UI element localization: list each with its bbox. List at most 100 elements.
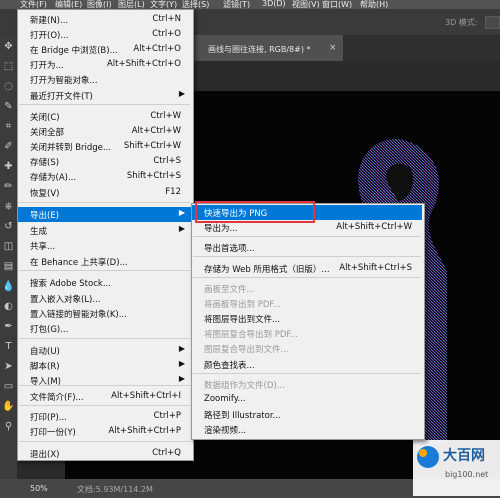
export-menu-item-9[interactable]: 颜色查找表...: [192, 357, 422, 372]
menu-separator: [19, 405, 190, 406]
zoom-level[interactable]: 50%: [30, 484, 48, 493]
menu-item-label: 关闭(C): [30, 113, 60, 123]
export-menu-item-6[interactable]: 将图层导出到文件...: [192, 311, 422, 326]
annotation-highlight-box: [195, 201, 315, 223]
menu-item-label: 图层复合导出到文件...: [204, 345, 289, 355]
menubar-item-7[interactable]: 3D(D): [262, 0, 286, 8]
menu-item-shortcut: Ctrl+S: [153, 156, 181, 166]
menu-item-label: 关闭并转到 Bridge...: [30, 143, 112, 153]
menu-item-label: 数据组作为文件(D)...: [204, 381, 285, 391]
file-menu-item-12[interactable]: 导出(E) ▶: [18, 207, 191, 222]
menu-item-label: 置入链接的智能对象(K)...: [30, 310, 127, 320]
export-menu-item-5: 将画板导出到 PDF...: [192, 296, 422, 311]
file-menu-item-11[interactable]: 恢复(V) F12: [18, 185, 191, 200]
file-menu-item-18[interactable]: 置入链接的智能对象(K)...: [18, 306, 191, 321]
menu-item-label: 打印一份(Y): [30, 428, 76, 438]
watermark-title: 大百网: [443, 448, 485, 464]
file-menu-item-8[interactable]: 关闭并转到 Bridge... Shift+Ctrl+W: [18, 139, 191, 154]
file-menu-item-3[interactable]: 打开为... Alt+Shift+Ctrl+O: [18, 57, 191, 72]
close-tab-icon[interactable]: ×: [329, 43, 337, 53]
menu-item-label: 渲染视频...: [204, 426, 247, 436]
zoom-icon[interactable]: ⚲: [2, 421, 15, 433]
dodge-icon[interactable]: ◐: [2, 301, 15, 313]
rectangle-icon[interactable]: ▭: [2, 381, 15, 393]
lasso-icon[interactable]: ◌: [2, 81, 15, 93]
options-button[interactable]: [485, 16, 500, 29]
healing-icon[interactable]: ✚: [2, 161, 15, 173]
menu-item-label: 存储(S): [30, 158, 60, 168]
history-brush-icon[interactable]: ↺: [2, 221, 15, 233]
file-menu-item-13[interactable]: 生成 ▶: [18, 223, 191, 238]
menu-item-shortcut: Shift+Ctrl+W: [123, 141, 181, 151]
file-menu-item-26[interactable]: 退出(X) Ctrl+Q: [18, 446, 191, 461]
export-menu-item-8: 图层复合导出到文件...: [192, 341, 422, 356]
pen-icon[interactable]: ✒: [2, 321, 15, 333]
export-menu-item-12[interactable]: 路径到 Illustrator...: [192, 407, 422, 422]
watermark-url: big100.net: [445, 470, 489, 479]
menu-separator: [193, 373, 421, 374]
file-menu-item-17[interactable]: 置入嵌入对象(L)...: [18, 291, 191, 306]
file-menu-item-5[interactable]: 最近打开文件(T) ▶: [18, 88, 191, 103]
menu-item-label: 存储为 Web 所用格式（旧版）...: [204, 265, 330, 275]
file-menu-item-21[interactable]: 脚本(R) ▶: [18, 358, 191, 373]
path-select-icon[interactable]: ➤: [2, 361, 15, 373]
menu-item-label: 打开(O)...: [30, 31, 69, 41]
quick-select-icon[interactable]: ✎: [2, 101, 15, 113]
stamp-icon[interactable]: ⎈: [2, 201, 15, 213]
menu-separator: [193, 277, 421, 278]
export-menu-item-2[interactable]: 导出首选项...: [192, 240, 422, 255]
file-menu-item-15[interactable]: 在 Behance 上共享(D)...: [18, 254, 191, 269]
eraser-icon[interactable]: ◫: [2, 241, 15, 253]
chevron-right-icon: ▶: [178, 359, 185, 368]
gradient-icon[interactable]: ▤: [2, 261, 15, 273]
file-menu-item-19[interactable]: 打包(G)...: [18, 321, 191, 336]
file-menu-item-6[interactable]: 关闭(C) Ctrl+W: [18, 109, 191, 124]
file-menu-item-0[interactable]: 新建(N)... Ctrl+N: [18, 12, 191, 27]
type-icon[interactable]: T: [2, 341, 15, 353]
menu-item-label: 画板至文件...: [204, 285, 255, 295]
file-menu-item-25[interactable]: 打印一份(Y) Alt+Shift+Ctrl+P: [18, 424, 191, 439]
watermark-logo: 大百网 big100.net: [413, 440, 500, 496]
file-menu-item-1[interactable]: 打开(O)... Ctrl+O: [18, 27, 191, 42]
menu-item-shortcut: Ctrl+O: [152, 29, 181, 39]
menu-separator: [193, 256, 421, 257]
export-menu-item-3[interactable]: 存储为 Web 所用格式（旧版）... Alt+Shift+Ctrl+S: [192, 261, 422, 276]
menu-item-label: 共享...: [30, 242, 56, 252]
hand-icon[interactable]: ✋: [2, 401, 15, 413]
export-menu-item-13[interactable]: 渲染视频...: [192, 422, 422, 437]
file-menu-item-14[interactable]: 共享...: [18, 238, 191, 253]
menu-item-label: 恢复(V): [30, 189, 60, 199]
menu-item-label: 将图层复合导出到 PDF...: [204, 330, 299, 340]
menu-item-label: 打开为...: [30, 61, 64, 71]
menu-item-label: 打印(P)...: [30, 413, 67, 423]
export-menu-item-7: 将图层复合导出到 PDF...: [192, 326, 422, 341]
eyedropper-icon[interactable]: ✐: [2, 141, 15, 153]
marquee-icon[interactable]: ⬚: [2, 61, 15, 73]
file-menu-item-4[interactable]: 打开为智能对象...: [18, 72, 191, 87]
file-menu-item-16[interactable]: 搜索 Adobe Stock...: [18, 275, 191, 290]
export-menu-item-11[interactable]: Zoomify...: [192, 392, 422, 407]
document-tab[interactable]: 画线与圈往连接, RGB/8#) * ×: [193, 35, 343, 61]
menu-item-label: 导出首选项...: [204, 244, 255, 254]
file-menu-item-23[interactable]: 文件简介(F)... Alt+Shift+Ctrl+I: [18, 389, 191, 404]
file-menu-item-20[interactable]: 自动(U) ▶: [18, 343, 191, 358]
crop-icon[interactable]: ⌗: [2, 121, 15, 133]
menu-item-label: 路径到 Illustrator...: [204, 411, 281, 421]
file-menu-item-9[interactable]: 存储(S) Ctrl+S: [18, 154, 191, 169]
chevron-right-icon: ▶: [178, 208, 185, 217]
move-icon[interactable]: ✥: [2, 41, 15, 53]
menu-item-label: 导出(E): [30, 211, 60, 221]
file-menu-item-10[interactable]: 存储为(A)... Shift+Ctrl+S: [18, 169, 191, 184]
file-menu-item-2[interactable]: 在 Bridge 中浏览(B)... Alt+Ctrl+O: [18, 42, 191, 57]
file-menu-item-24[interactable]: 打印(P)... Ctrl+P: [18, 409, 191, 424]
watermark-icon: [417, 446, 439, 468]
menu-item-label: 新建(N)...: [30, 16, 69, 26]
menu-separator: [19, 441, 190, 442]
menu-item-shortcut: Alt+Shift+Ctrl+O: [106, 59, 181, 69]
blur-icon[interactable]: 💧: [2, 281, 15, 293]
brush-icon[interactable]: ✏: [2, 181, 15, 193]
menu-separator: [19, 104, 190, 105]
file-menu-item-7[interactable]: 关闭全部 Alt+Ctrl+W: [18, 124, 191, 139]
menu-item-shortcut: Ctrl+W: [150, 111, 181, 121]
menu-item-shortcut: F12: [165, 187, 181, 197]
